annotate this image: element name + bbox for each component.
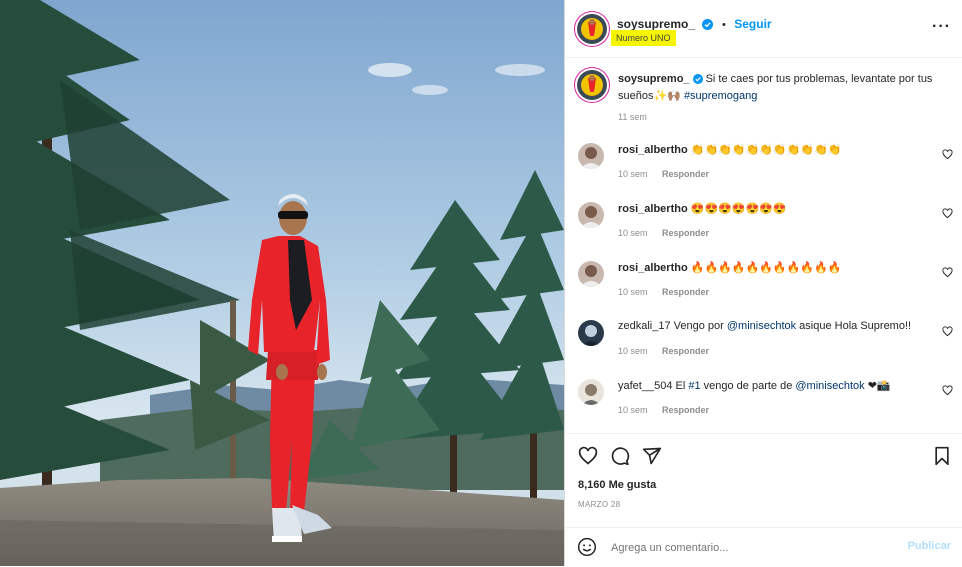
avatar-image: [578, 143, 604, 169]
comment-mention[interactable]: @minisechtok: [727, 320, 796, 332]
avatar-image: [578, 379, 604, 405]
comment-body: 👏👏👏👏👏👏👏👏👏👏👏: [690, 144, 842, 156]
comment-icon[interactable]: [610, 446, 630, 471]
comment-meta: 10 sem Responder: [618, 405, 709, 415]
reply-button[interactable]: Responder: [662, 346, 709, 356]
comment-time[interactable]: 10 sem: [618, 228, 648, 238]
comment-hashtag[interactable]: #1: [688, 380, 700, 392]
instagram-post-view: soysupremo_ • Seguir Numero UNO ··· soys…: [0, 0, 962, 566]
comment-item: rosi_albertho 🔥🔥🔥🔥🔥🔥🔥🔥🔥🔥🔥 10 sem Respond…: [565, 261, 962, 320]
comment-text: zedkali_17 Vengo por @minisechtok asique…: [618, 320, 911, 332]
comment-time[interactable]: 10 sem: [618, 405, 648, 415]
comment-text: yafet__504 El #1 vengo de parte de @mini…: [618, 379, 891, 392]
comment-like-icon[interactable]: [942, 265, 953, 283]
caption-hashtag[interactable]: #supremogang: [684, 90, 757, 102]
comment-body-post: asique Hola Supremo!!: [796, 320, 912, 332]
post-caption: soysupremo_ Si te caes por tus problemas…: [565, 68, 962, 128]
publish-button[interactable]: Publicar: [908, 540, 951, 552]
comment-text: rosi_albertho 👏👏👏👏👏👏👏👏👏👏👏: [618, 143, 841, 156]
avatar-image: [578, 261, 604, 287]
post-location[interactable]: Numero UNO: [611, 30, 676, 46]
reply-button[interactable]: Responder: [662, 228, 709, 238]
reply-button[interactable]: Responder: [662, 287, 709, 297]
comment-mention[interactable]: @minisechtok: [795, 380, 864, 392]
reply-button[interactable]: Responder: [662, 169, 709, 179]
header-separator: •: [721, 19, 726, 31]
commenter-avatar[interactable]: [578, 379, 604, 405]
post-actions: 8,160 Me gusta MARZO 28: [565, 433, 962, 528]
comment-like-icon[interactable]: [942, 383, 953, 401]
comment-item: rosi_albertho 👏👏👏👏👏👏👏👏👏👏👏 10 sem Respond…: [565, 143, 962, 202]
caption-text: soysupremo_ Si te caes por tus problemas…: [618, 72, 938, 104]
comment-meta: 10 sem Responder: [618, 228, 709, 238]
commenter-avatar[interactable]: [578, 320, 604, 346]
comment-username[interactable]: yafet__504: [618, 380, 672, 392]
add-comment-bar: Publicar: [565, 527, 962, 567]
comment-username[interactable]: zedkali_17: [618, 320, 671, 332]
commenter-avatar[interactable]: [578, 143, 604, 169]
comment-meta: 10 sem Responder: [618, 169, 709, 179]
commenter-avatar[interactable]: [578, 202, 604, 228]
comment-item: zedkali_17 Vengo por @minisechtok asique…: [565, 320, 962, 379]
save-bookmark-icon[interactable]: [933, 446, 951, 471]
post-header: soysupremo_ • Seguir Numero UNO ···: [565, 0, 962, 58]
comment-body-post: ❤📸: [864, 380, 891, 392]
comment-body-pre: Vengo por: [673, 320, 727, 332]
comment-body-mid: vengo de parte de: [700, 380, 796, 392]
comment-meta: 10 sem Responder: [618, 346, 709, 356]
more-options-icon[interactable]: ···: [932, 18, 951, 36]
comment-like-icon[interactable]: [942, 324, 953, 342]
comment-input[interactable]: [609, 536, 883, 560]
post-side-panel: soysupremo_ • Seguir Numero UNO ··· soys…: [564, 0, 962, 566]
comment-like-icon[interactable]: [942, 147, 953, 165]
post-photo[interactable]: [0, 0, 564, 566]
comment-username[interactable]: rosi_albertho: [618, 262, 688, 274]
comment-time[interactable]: 10 sem: [618, 169, 648, 179]
comment-like-icon[interactable]: [942, 206, 953, 224]
comment-text: rosi_albertho 🔥🔥🔥🔥🔥🔥🔥🔥🔥🔥🔥: [618, 261, 841, 274]
avatar-image: [577, 70, 607, 100]
avatar-image: [578, 202, 604, 228]
comment-item: rosi_albertho 😍😍😍😍😍😍😍 10 sem Responder: [565, 202, 962, 261]
caption-username[interactable]: soysupremo_: [618, 73, 690, 85]
caption-time[interactable]: 11 sem: [618, 112, 647, 122]
share-icon[interactable]: [642, 446, 662, 471]
follow-button[interactable]: Seguir: [734, 17, 771, 31]
post-date[interactable]: MARZO 28: [578, 500, 620, 509]
reply-button[interactable]: Responder: [662, 405, 709, 415]
comment-body: 🔥🔥🔥🔥🔥🔥🔥🔥🔥🔥🔥: [690, 262, 842, 274]
comment-text: rosi_albertho 😍😍😍😍😍😍😍: [618, 202, 787, 215]
like-heart-icon[interactable]: [578, 446, 598, 471]
comment-username[interactable]: rosi_albertho: [618, 144, 688, 156]
comment-item: yafet__504 El #1 vengo de parte de @mini…: [565, 379, 962, 438]
author-username[interactable]: soysupremo_: [617, 17, 695, 31]
verified-badge-icon: [692, 74, 703, 89]
comment-body-pre: El: [675, 380, 689, 392]
verified-badge-icon: [702, 17, 714, 35]
author-avatar[interactable]: [577, 14, 607, 44]
comment-body: 😍😍😍😍😍😍😍: [690, 203, 787, 215]
commenter-avatar[interactable]: [578, 261, 604, 287]
avatar-image: [578, 320, 604, 346]
likes-count[interactable]: 8,160 Me gusta: [578, 479, 656, 491]
comment-username[interactable]: rosi_albertho: [618, 203, 688, 215]
avatar-image: [577, 14, 607, 44]
caption-author-avatar[interactable]: [577, 70, 607, 100]
photo-illustration: [0, 0, 564, 566]
comment-time[interactable]: 10 sem: [618, 287, 648, 297]
emoji-icon[interactable]: [577, 537, 597, 562]
comment-meta: 10 sem Responder: [618, 287, 709, 297]
comment-time[interactable]: 10 sem: [618, 346, 648, 356]
